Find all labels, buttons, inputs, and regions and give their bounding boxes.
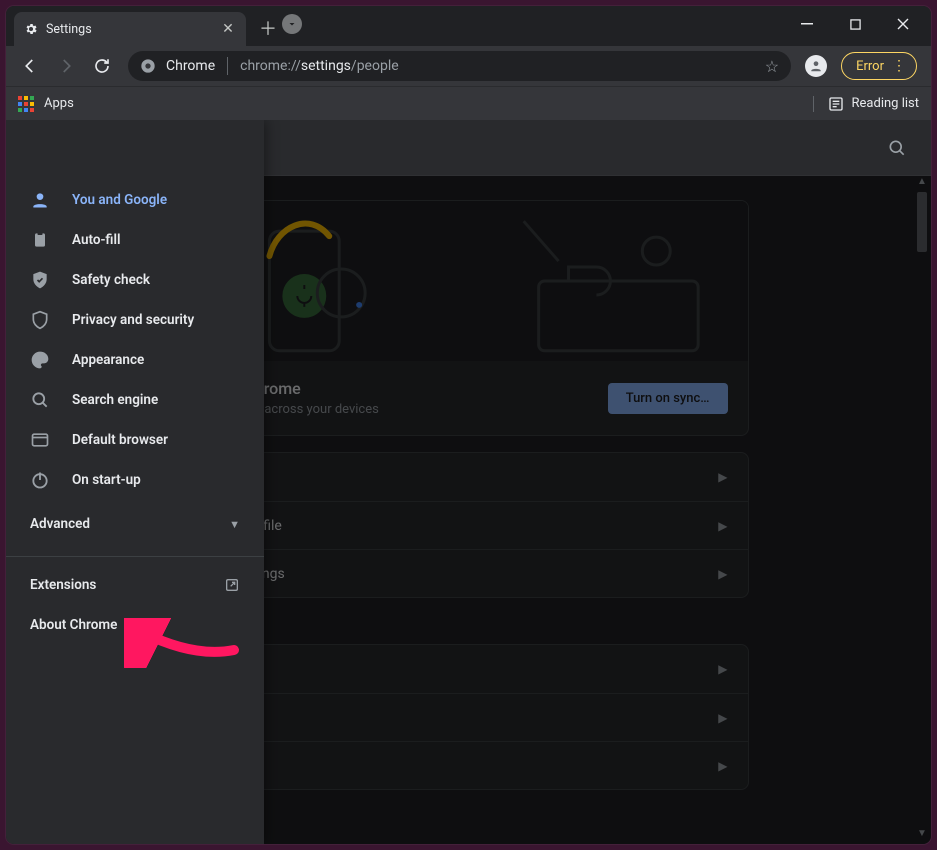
maximize-button[interactable]: [833, 8, 877, 40]
chevron-right-icon: ▶: [718, 662, 727, 676]
person-icon: [30, 190, 50, 210]
scroll-down-arrow-icon[interactable]: ▼: [915, 828, 929, 842]
omnibox-origin: Chrome: [166, 58, 215, 74]
sidebar-item-privacy[interactable]: Privacy and security: [6, 300, 264, 340]
advanced-label: Advanced: [30, 516, 90, 532]
sidebar-item-label: Default browser: [72, 432, 168, 448]
back-button[interactable]: [14, 50, 46, 82]
chevron-right-icon: ▶: [718, 711, 727, 725]
clipboard-icon: [30, 230, 50, 250]
site-info-icon[interactable]: [140, 58, 156, 74]
gear-icon: [24, 22, 38, 36]
toolbar: Chrome chrome://settings/people ☆ Error …: [6, 46, 931, 86]
sidebar-item-autofill[interactable]: Auto-fill: [6, 220, 264, 260]
palette-icon: [30, 350, 50, 370]
extensions-label: Extensions: [30, 577, 96, 593]
sidebar-item-about-chrome[interactable]: About Chrome: [6, 605, 264, 645]
tab-settings[interactable]: Settings ✕: [14, 12, 246, 46]
omnibox-separator: [227, 57, 228, 75]
profile-avatar-button[interactable]: [805, 55, 827, 77]
search-icon: [30, 390, 50, 410]
reading-list-label: Reading list: [852, 96, 919, 111]
chevron-right-icon: ▶: [718, 470, 727, 484]
chevron-down-icon: ▼: [229, 518, 240, 531]
shield-check-icon: [30, 270, 50, 290]
sidebar-item-label: Safety check: [72, 272, 150, 288]
titlebar: Settings ✕ ＋: [6, 6, 931, 46]
bookmarks-bar: Apps Reading list: [6, 86, 931, 120]
browser-icon: [30, 430, 50, 450]
error-chip[interactable]: Error ⋮: [841, 52, 917, 80]
sidebar-item-on-startup[interactable]: On start-up: [6, 460, 264, 500]
new-tab-button[interactable]: ＋: [254, 14, 282, 42]
about-chrome-label: About Chrome: [30, 617, 117, 633]
divider: [6, 556, 264, 557]
forward-button[interactable]: [50, 50, 82, 82]
sidebar-item-extensions[interactable]: Extensions: [6, 565, 264, 605]
sidebar-item-label: You and Google: [72, 192, 167, 208]
content-area: Settings: [6, 120, 931, 844]
omnibox[interactable]: Chrome chrome://settings/people ☆: [128, 51, 791, 81]
chevron-right-icon: ▶: [718, 519, 727, 533]
minimize-button[interactable]: [785, 8, 829, 40]
browser-window: Settings ✕ ＋ Chrome chrome://settings/pe…: [6, 6, 931, 844]
power-icon: [30, 470, 50, 490]
error-chip-label: Error: [856, 59, 884, 74]
reload-button[interactable]: [86, 50, 118, 82]
sidebar-item-default-browser[interactable]: Default browser: [6, 420, 264, 460]
bookmark-star-icon[interactable]: ☆: [765, 57, 779, 76]
apps-icon[interactable]: [18, 96, 34, 112]
sidebar-item-you-and-google[interactable]: You and Google: [6, 180, 264, 220]
chevron-right-icon: ▶: [718, 759, 727, 773]
sidebar-item-safety-check[interactable]: Safety check: [6, 260, 264, 300]
sidebar-item-label: On start-up: [72, 472, 141, 488]
sidebar-item-appearance[interactable]: Appearance: [6, 340, 264, 380]
close-tab-button[interactable]: ✕: [220, 21, 236, 37]
open-in-new-icon: [224, 577, 240, 593]
settings-search-button[interactable]: [887, 138, 907, 158]
turn-on-sync-button[interactable]: Turn on sync…: [608, 383, 728, 414]
sidebar-item-label: Search engine: [72, 392, 158, 408]
tab-title: Settings: [46, 22, 92, 37]
sidebar-item-label: Privacy and security: [72, 312, 194, 328]
shield-icon: [30, 310, 50, 330]
chevron-right-icon: ▶: [718, 567, 727, 581]
scroll-up-arrow-icon[interactable]: ▲: [915, 176, 929, 190]
apps-label[interactable]: Apps: [44, 96, 74, 111]
vertical-scrollbar[interactable]: ▲ ▼: [915, 178, 929, 840]
window-controls: [785, 6, 931, 40]
close-window-button[interactable]: [881, 8, 925, 40]
sidebar-item-label: Appearance: [72, 352, 144, 368]
sidebar-advanced-toggle[interactable]: Advanced ▼: [6, 500, 264, 548]
settings-sidebar: You and Google Auto-fill Safety check Pr…: [6, 120, 264, 844]
reading-list-button[interactable]: Reading list: [813, 96, 919, 112]
omnibox-url: chrome://settings/people: [240, 58, 399, 74]
tab-search-button[interactable]: [282, 14, 302, 34]
sidebar-item-search-engine[interactable]: Search engine: [6, 380, 264, 420]
scroll-thumb[interactable]: [917, 192, 927, 252]
sidebar-item-label: Auto-fill: [72, 232, 121, 248]
